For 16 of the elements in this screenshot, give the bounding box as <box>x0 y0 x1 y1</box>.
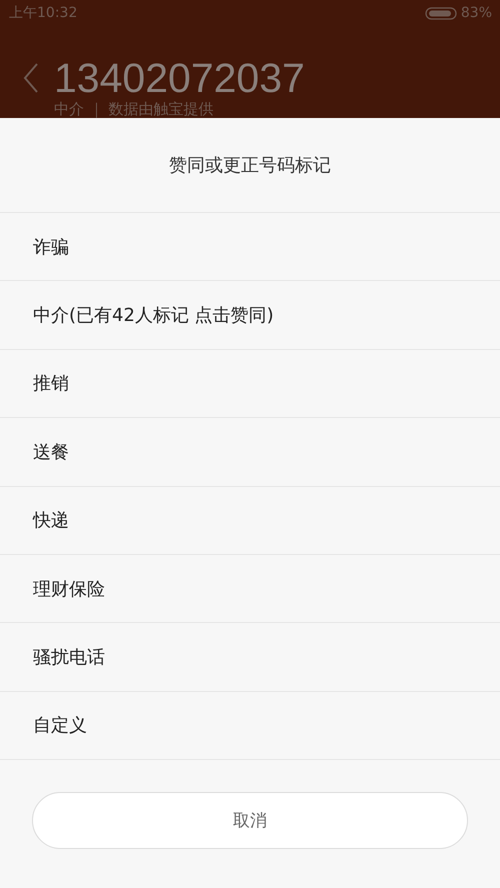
sheet-title: 赞同或更正号码标记 <box>169 154 331 177</box>
battery-icon <box>424 6 457 20</box>
phone-number: 13402072037 <box>54 56 305 100</box>
battery-level: 83% <box>460 5 492 21</box>
tag-option[interactable]: 诈骗 <box>0 213 500 282</box>
cancel-button[interactable]: 取消 <box>32 792 468 850</box>
tag-option[interactable]: 推销 <box>0 350 500 418</box>
tag-option[interactable]: 送餐 <box>0 418 500 487</box>
tag-option[interactable]: 自定义 <box>0 692 500 760</box>
status-time: 上午10:32 <box>9 4 78 22</box>
tag-option[interactable]: 理财保险 <box>0 554 500 624</box>
tag-option[interactable]: 中介(已有42人标记 点击赞同) <box>0 281 500 350</box>
back-icon[interactable] <box>22 62 40 94</box>
tag-option[interactable]: 骚扰电话 <box>0 623 500 692</box>
tag-option[interactable]: 快递 <box>0 486 500 555</box>
number-tag: 中介 ｜ 数据由触宝提供 <box>54 100 305 118</box>
